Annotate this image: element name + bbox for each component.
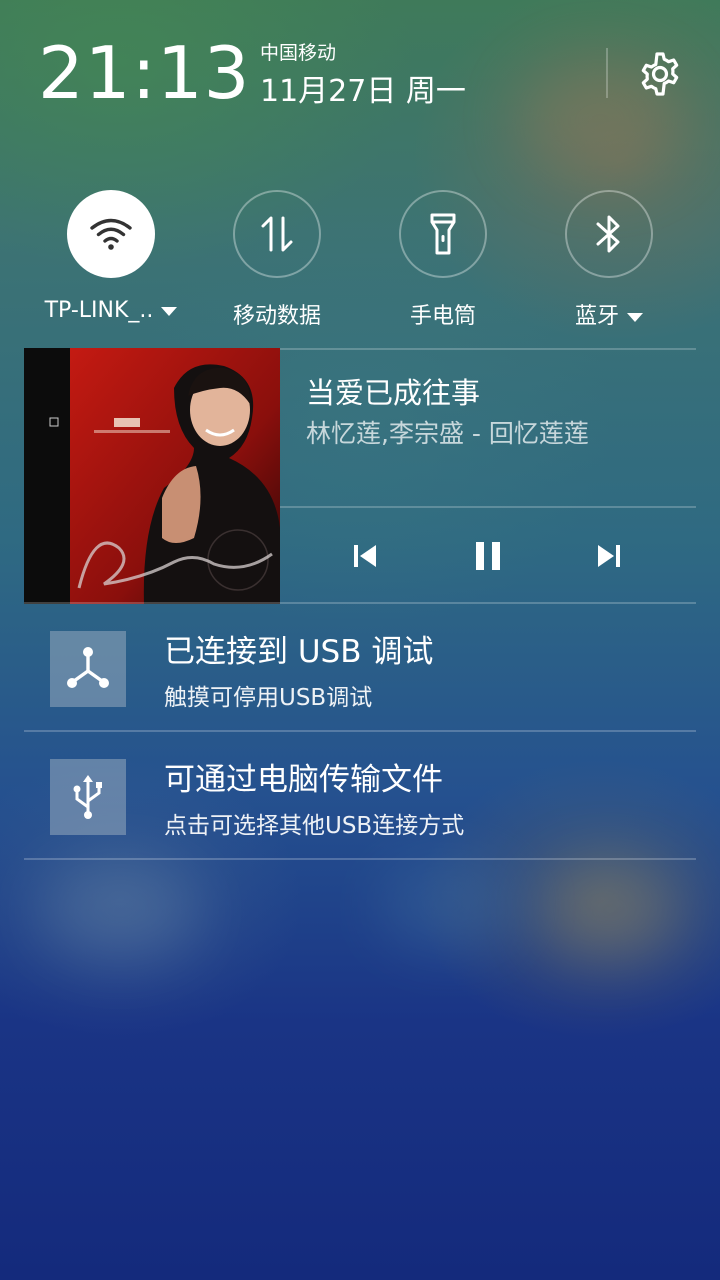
next-icon (598, 545, 620, 567)
date-label: 11月27日 周一 (260, 74, 466, 109)
usb-debug-icon (67, 647, 109, 688)
tile-wifi[interactable]: TP-LINK_.. (36, 190, 186, 323)
tile-mobile-data[interactable]: 移动数据 (202, 190, 352, 330)
tile-flashlight[interactable]: 手电筒 (368, 190, 518, 330)
tile-mobile-data-label[interactable]: 移动数据 (202, 298, 352, 330)
wifi-network-name: TP-LINK_.. (44, 298, 154, 323)
tile-bluetooth[interactable]: 蓝牙 (534, 190, 684, 330)
tile-flashlight-label[interactable]: 手电筒 (368, 298, 518, 330)
tile-bluetooth-circle[interactable] (565, 190, 653, 278)
quick-settings: TP-LINK_.. 移动数据 手电筒 蓝牙 (0, 190, 720, 340)
status-header: 21:13 中国移动 11月27日 周一 (0, 0, 720, 150)
tile-wifi-circle[interactable] (67, 190, 155, 278)
previous-button[interactable] (344, 536, 384, 576)
next-button[interactable] (590, 536, 630, 576)
clock: 21:13 (38, 31, 251, 115)
notification-subtitle: 点击可选择其他USB连接方式 (164, 813, 465, 839)
media-title: 当爱已成往事 (306, 376, 481, 410)
gear-icon (641, 52, 679, 96)
usb-debug-notification[interactable]: 已连接到 USB 调试 触摸可停用USB调试 (24, 604, 696, 730)
media-player-notification[interactable]: 当爱已成往事 林忆莲,李宗盛 - 回忆莲莲 (24, 348, 696, 604)
notification-title: 可通过电脑传输文件 (164, 762, 443, 798)
usb-icon (73, 775, 102, 819)
chevron-down-icon (627, 312, 643, 322)
header-divider (606, 48, 608, 98)
wifi-icon (90, 218, 132, 250)
bluetooth-icon (596, 215, 620, 253)
album-art (24, 348, 280, 604)
background-blob (540, 860, 680, 960)
notification-subtitle: 触摸可停用USB调试 (164, 685, 373, 711)
background-blob (40, 860, 200, 960)
usb-icon-box (50, 759, 126, 835)
pause-icon (476, 542, 500, 570)
carrier-label: 中国移动 (260, 42, 337, 64)
notification-title: 已连接到 USB 调试 (164, 634, 434, 670)
previous-icon (354, 545, 376, 567)
media-subtitle: 林忆莲,李宗盛 - 回忆莲莲 (306, 419, 589, 448)
chevron-down-icon (161, 306, 178, 316)
tile-flashlight-circle[interactable] (399, 190, 487, 278)
mobile-data-icon (261, 216, 293, 252)
bluetooth-label-text: 蓝牙 (574, 304, 619, 329)
background-blob (380, 860, 520, 950)
tile-mobile-data-circle[interactable] (233, 190, 321, 278)
flashlight-icon (430, 213, 456, 255)
pause-button[interactable] (468, 536, 508, 576)
tile-bluetooth-label[interactable]: 蓝牙 (534, 298, 684, 330)
divider (24, 858, 696, 860)
usb-transfer-notification[interactable]: 可通过电脑传输文件 点击可选择其他USB连接方式 (24, 732, 696, 858)
tile-wifi-label[interactable]: TP-LINK_.. (36, 298, 186, 323)
settings-button[interactable] (634, 48, 686, 100)
media-divider (280, 506, 696, 508)
usb-debug-icon-box (50, 631, 126, 707)
